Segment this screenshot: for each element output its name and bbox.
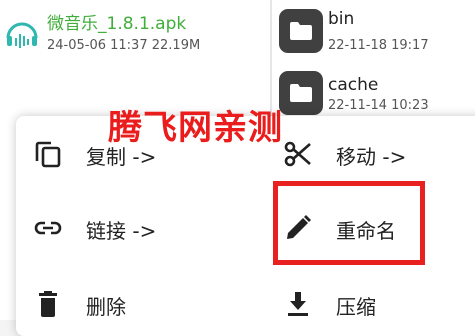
folder-icon (279, 9, 323, 53)
folder-row-bin[interactable]: bin 22-11-18 19:17 (272, 0, 475, 56)
menu-item-label: 压缩 (336, 295, 376, 319)
menu-item-move[interactable]: 移动 -> (284, 129, 464, 179)
folder-name: cache (328, 75, 379, 95)
menu-item-label: 删除 (86, 295, 126, 319)
folder-date: 22-11-18 19:17 (328, 38, 429, 53)
file-row-apk[interactable]: 微音乐_1.8.1.apk 24-05-06 11:37 22.19M (0, 0, 270, 58)
scissors-icon (284, 141, 311, 167)
music-app-icon (6, 22, 38, 48)
highlight-box (273, 181, 425, 265)
menu-item-delete[interactable]: 删除 (34, 279, 234, 329)
file-name: 微音乐_1.8.1.apk (47, 14, 187, 34)
folder-row-cache[interactable]: cache 22-11-14 10:23 (272, 66, 475, 122)
watermark-text: 腾飞网亲测 (108, 108, 283, 148)
menu-item-label: 移动 -> (336, 145, 407, 169)
folder-icon (279, 71, 323, 115)
menu-item-link[interactable]: 链接 -> (34, 203, 234, 253)
menu-item-compress[interactable]: 压缩 (284, 279, 464, 329)
menu-item-label: 链接 -> (86, 219, 157, 243)
link-icon (34, 221, 62, 235)
copy-icon (35, 141, 61, 168)
trash-icon (39, 291, 57, 317)
folder-date: 22-11-14 10:23 (328, 98, 429, 113)
folder-name: bin (328, 9, 355, 29)
file-date: 24-05-06 11:37 (47, 38, 148, 53)
file-meta: 24-05-06 11:37 22.19M (47, 38, 200, 53)
file-size: 22.19M (151, 38, 201, 53)
download-icon (288, 292, 308, 316)
